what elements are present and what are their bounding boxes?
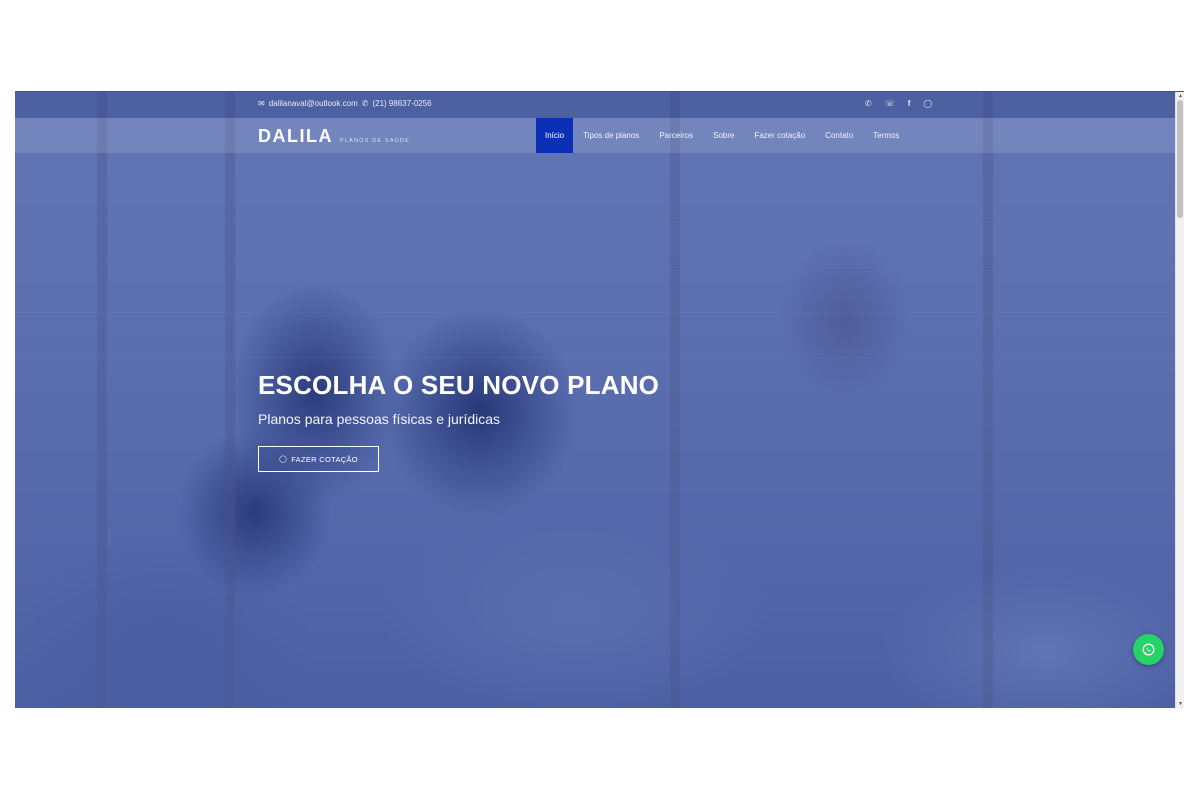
facebook-icon[interactable]: f xyxy=(908,99,911,108)
nav-menu: Início Tipos de planos Parceiros Sobre F… xyxy=(536,118,909,153)
brand-logo[interactable]: DALILA PLANOS DE SAÚDE xyxy=(258,126,410,147)
scroll-down-icon[interactable]: ▼ xyxy=(1176,700,1185,708)
scrollbar-thumb[interactable] xyxy=(1177,100,1183,218)
whatsapp-icon xyxy=(1142,643,1155,656)
scroll-up-icon[interactable]: ▲ xyxy=(1176,92,1185,100)
social-links: ✆ ☏ f ◯ xyxy=(865,99,932,108)
whatsapp-float-button[interactable] xyxy=(1133,634,1164,665)
main-navbar: DALILA PLANOS DE SAÚDE Início Tipos de p… xyxy=(15,118,1175,153)
phone-link[interactable]: (21) 98637-0256 xyxy=(372,99,431,108)
fazer-cotacao-button[interactable]: ◯ FAZER COTAÇÃO xyxy=(258,446,379,472)
contact-info: ✉ dalilanaval@outlook.com ✆ (21) 98637-0… xyxy=(258,99,432,108)
nav-item-termos[interactable]: Termos xyxy=(863,118,909,153)
brand-name: DALILA xyxy=(258,126,333,146)
fazer-cotacao-label: FAZER COTAÇÃO xyxy=(291,454,358,464)
hero-section: ✉ dalilanaval@outlook.com ✆ (21) 98637-0… xyxy=(15,92,1175,708)
instagram-icon[interactable]: ◯ xyxy=(923,99,932,108)
whatsapp-icon: ◯ xyxy=(279,456,288,463)
email-link[interactable]: dalilanaval@outlook.com xyxy=(269,99,358,108)
whatsapp-icon[interactable]: ✆ xyxy=(865,99,872,108)
hero-subtitle: Planos para pessoas físicas e jurídicas xyxy=(258,411,501,427)
nav-item-contato[interactable]: Contato xyxy=(815,118,863,153)
mail-icon: ✉ xyxy=(258,99,265,108)
page-scrollbar[interactable]: ▲ ▼ xyxy=(1175,92,1184,708)
nav-item-sobre[interactable]: Sobre xyxy=(703,118,744,153)
nav-item-tipos-de-planos[interactable]: Tipos de planos xyxy=(573,118,649,153)
phone-icon[interactable]: ☏ xyxy=(885,99,895,108)
nav-item-parceiros[interactable]: Parceiros xyxy=(649,118,703,153)
top-contact-bar: ✉ dalilanaval@outlook.com ✆ (21) 98637-0… xyxy=(15,92,1175,118)
nav-item-inicio[interactable]: Início xyxy=(536,118,574,153)
nav-item-fazer-cotacao[interactable]: Fazer cotação xyxy=(744,118,815,153)
hero-title: ESCOLHA O SEU NOVO PLANO xyxy=(258,370,660,400)
brand-tagline: PLANOS DE SAÚDE xyxy=(340,138,410,144)
phone-icon: ✆ xyxy=(361,99,369,108)
